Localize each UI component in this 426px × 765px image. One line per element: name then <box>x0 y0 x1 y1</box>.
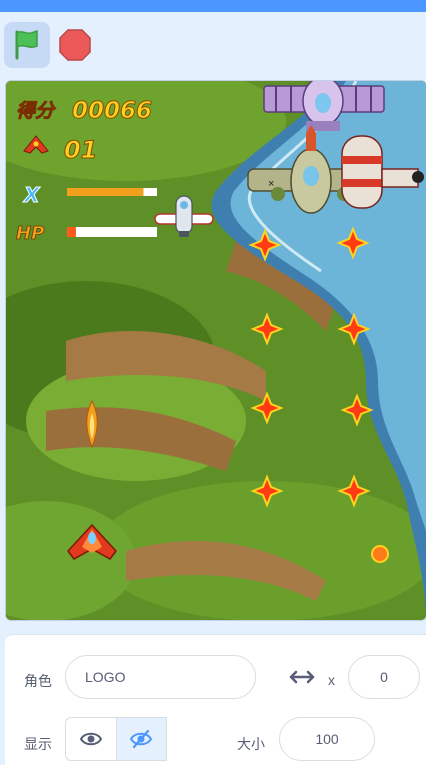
score-label: 得分 <box>16 100 57 122</box>
lives-value: 01 <box>64 136 97 164</box>
x-label: x <box>328 672 335 688</box>
eye-icon <box>79 732 102 746</box>
green-flag-icon <box>15 29 38 60</box>
stop-button[interactable] <box>56 26 94 64</box>
visibility-toggle <box>65 717 167 761</box>
show-label: 显示 <box>24 736 52 752</box>
hp-bar-fill <box>67 227 76 237</box>
bomb-bar-fill <box>67 188 144 196</box>
x-position-input[interactable]: 0 <box>348 655 420 699</box>
eye-slash-icon <box>130 729 153 749</box>
sprite-name-input[interactable]: LOGO <box>65 655 256 699</box>
stop-icon <box>59 29 91 61</box>
hp-bar-track <box>67 227 157 237</box>
bomb-label: X <box>22 183 41 207</box>
score-value: 00066 <box>72 98 152 124</box>
arrows-icon <box>289 669 315 690</box>
game-stage[interactable]: 得分 00066 01 X HP × × <box>5 80 426 621</box>
sprite-label: 角色 <box>24 673 52 689</box>
svg-text:×: × <box>268 178 274 190</box>
enemy-orb-bullet <box>371 545 389 563</box>
size-input[interactable]: 100 <box>279 717 375 761</box>
size-label: 大小 <box>237 736 265 752</box>
hide-button[interactable] <box>115 718 166 760</box>
stage-controls <box>0 12 426 78</box>
hp-label: HP <box>16 223 44 244</box>
sprite-info-panel: 角色 LOGO x 0 显示 大小 100 <box>5 634 426 765</box>
show-button[interactable] <box>66 718 116 760</box>
menu-bar <box>0 0 426 12</box>
green-flag-button[interactable] <box>4 22 50 68</box>
